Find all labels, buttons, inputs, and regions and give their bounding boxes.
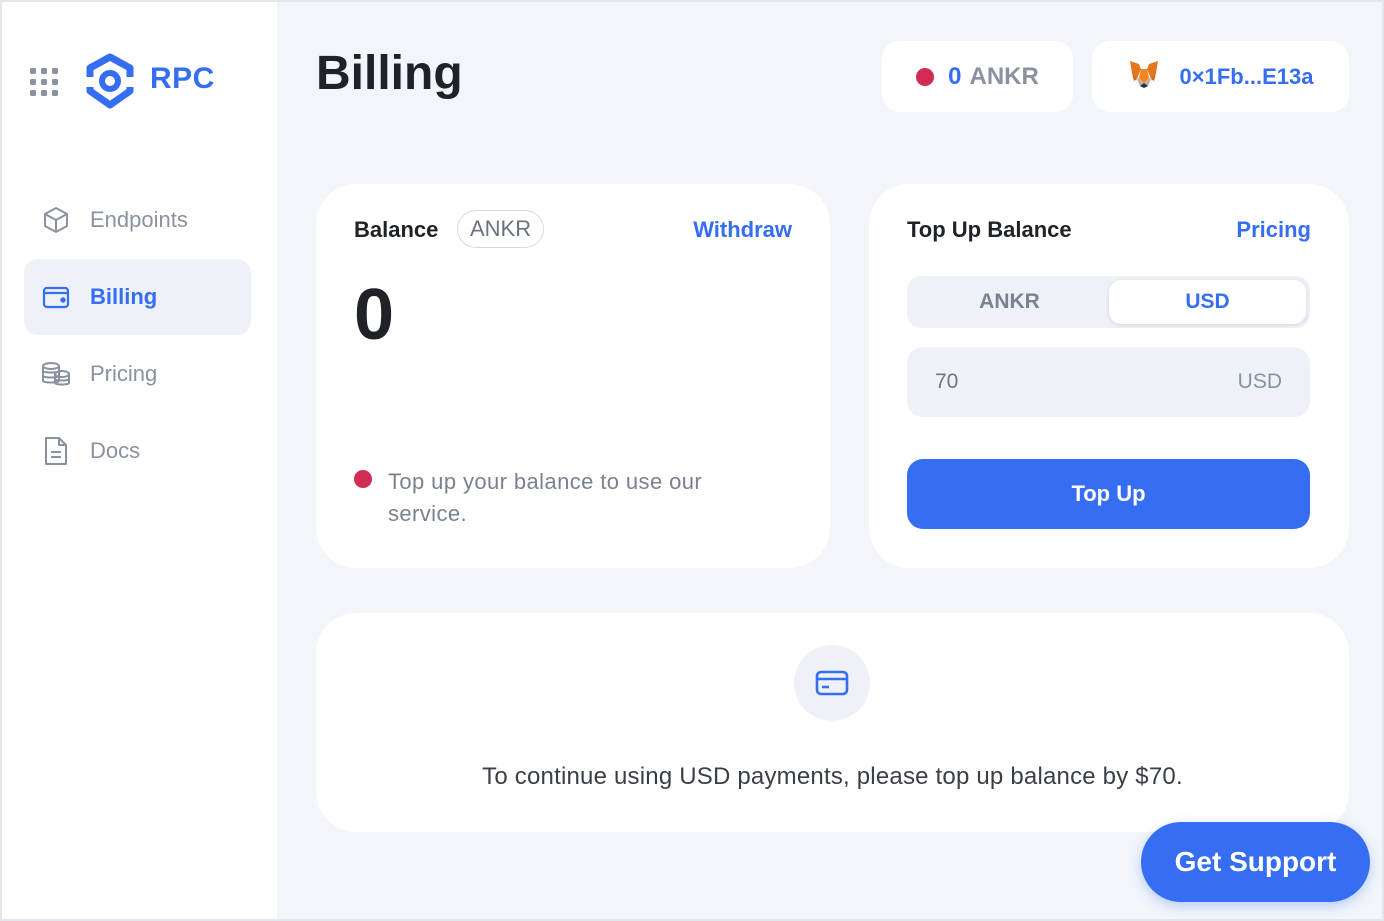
document-icon (40, 435, 72, 467)
sidebar-item-label: Pricing (90, 361, 158, 386)
ankr-logo-icon[interactable] (82, 53, 138, 109)
toggle-option-usd[interactable]: USD (1109, 280, 1306, 324)
amount-unit: USD (1237, 370, 1282, 393)
metamask-fox-icon (1128, 59, 1160, 94)
get-support-button[interactable]: Get Support (1141, 822, 1370, 902)
pricing-link[interactable]: Pricing (1236, 217, 1311, 243)
sidebar: RPC Endpoints Billing Pricing Docs (2, 2, 277, 919)
amount-field[interactable]: USD (907, 347, 1310, 417)
sidebar-item-docs[interactable]: Docs (24, 413, 251, 489)
wallet-icon (40, 281, 72, 313)
currency-toggle: ANKR USD (907, 276, 1310, 328)
header-balance-pill[interactable]: 0 ANKR (882, 41, 1073, 112)
topup-label: Top Up Balance (907, 217, 1072, 242)
brand-name[interactable]: RPC (150, 62, 215, 96)
sidebar-item-label: Endpoints (90, 207, 188, 232)
toggle-option-ankr[interactable]: ANKR (911, 280, 1108, 324)
usd-payment-notice: To continue using USD payments, please t… (316, 613, 1349, 832)
sidebar-item-label: Docs (90, 438, 141, 463)
sidebar-item-label: Billing (90, 284, 158, 309)
withdraw-link[interactable]: Withdraw (693, 217, 792, 243)
status-dot-icon (916, 67, 935, 86)
notice-text: To continue using USD payments, please t… (482, 763, 1183, 790)
sidebar-item-endpoints[interactable]: Endpoints (24, 182, 251, 258)
balance-amount: 0 (354, 275, 395, 355)
currency-tag: ANKR (457, 210, 545, 248)
cube-icon (40, 204, 72, 236)
top-up-button[interactable]: Top Up (907, 459, 1310, 529)
header-balance-currency: ANKR (969, 62, 1039, 90)
balance-warning: Top up your balance to use our service. (388, 469, 703, 526)
topup-card: Top Up Balance Pricing ANKR USD USD Top … (869, 184, 1349, 568)
sidebar-item-billing[interactable]: Billing (24, 259, 251, 335)
header-balance-amount: 0 (948, 62, 962, 90)
sidebar-item-pricing[interactable]: Pricing (24, 336, 251, 412)
coins-icon (40, 358, 72, 390)
wallet-address: 0×1Fb...E13a (1179, 63, 1314, 89)
wallet-pill[interactable]: 0×1Fb...E13a (1092, 41, 1349, 112)
credit-card-icon (794, 645, 870, 721)
amount-input[interactable] (935, 370, 1238, 394)
apps-grid-icon[interactable] (28, 66, 60, 98)
balance-label: Balance (354, 217, 439, 242)
warning-dot-icon (354, 470, 372, 488)
balance-card: Balance ANKR Withdraw 0 Top up your bala… (316, 184, 830, 568)
page-title: Billing (316, 47, 463, 100)
